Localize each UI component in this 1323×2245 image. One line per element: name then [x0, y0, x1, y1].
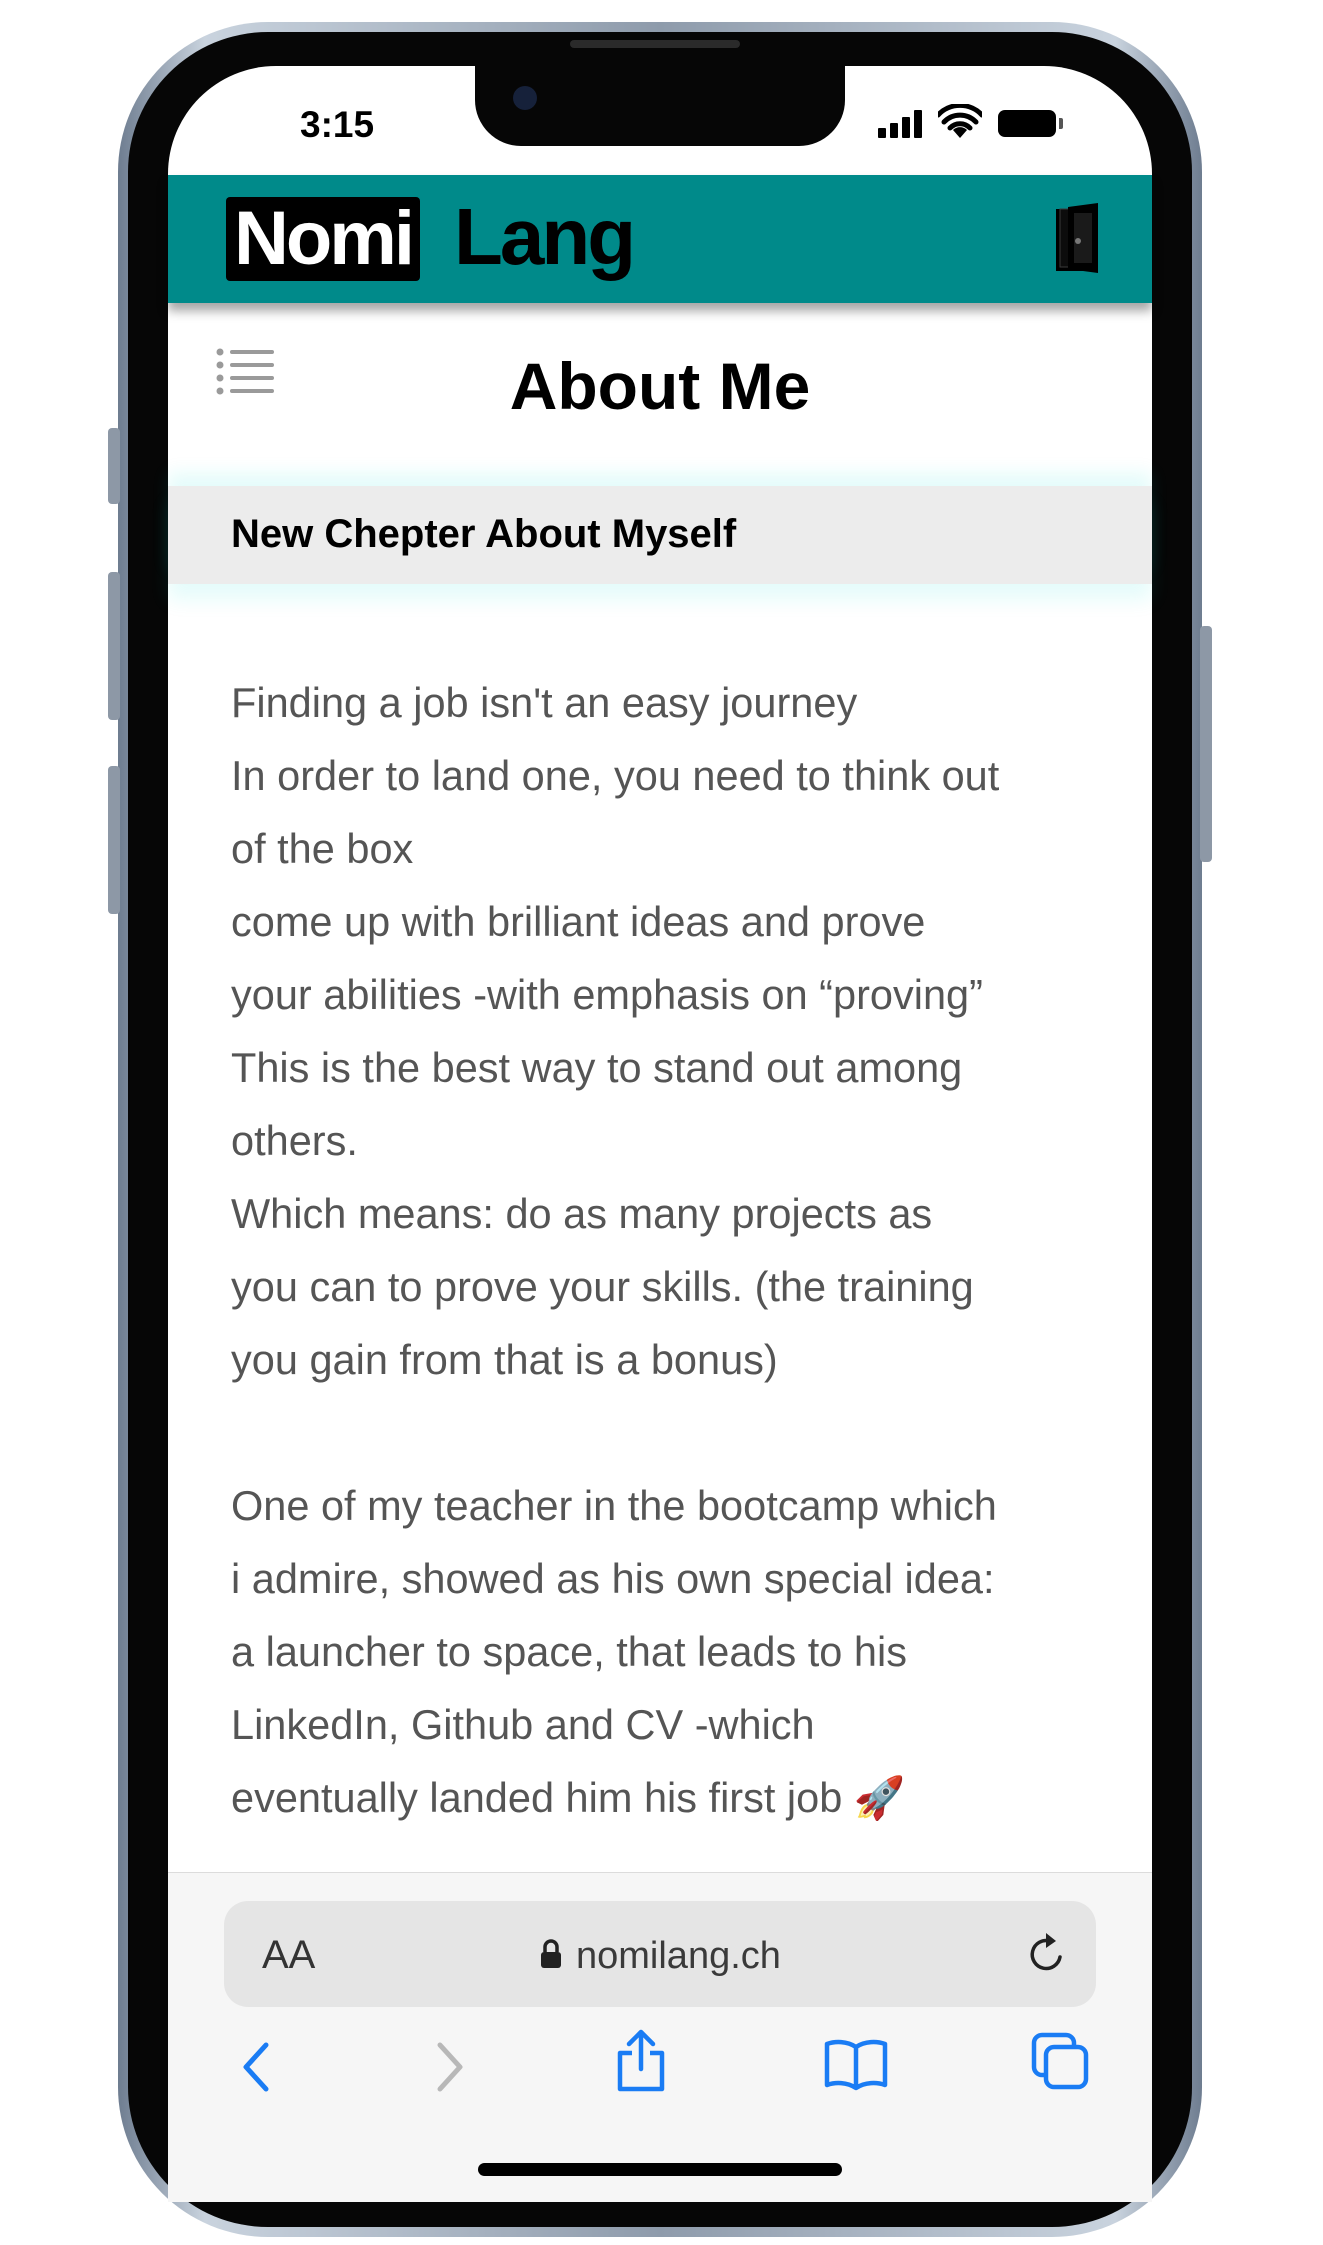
- text-line: Which means: do as many projects as: [231, 1190, 933, 1237]
- chapter-header: New Chepter About Myself: [168, 486, 1152, 584]
- text-line: you gain from that is a bonus): [231, 1336, 778, 1383]
- lock-icon: [541, 1939, 561, 1968]
- share-icon[interactable]: [614, 2029, 668, 2093]
- text-line: a launcher to space, that leads to his: [231, 1628, 907, 1675]
- paragraph: One of my teacher in the bootcamp which …: [231, 1469, 1111, 1834]
- text-line: of the box: [231, 825, 414, 872]
- front-camera: [513, 86, 537, 110]
- browser-toolbar: AA nomilang.ch: [168, 1872, 1152, 2202]
- address-bar[interactable]: AA nomilang.ch: [224, 1901, 1096, 2007]
- mute-switch: [108, 428, 120, 504]
- text-line: come up with brilliant ideas and prove: [231, 898, 926, 945]
- article-body: Finding a job isn't an easy journey In o…: [231, 666, 1111, 1907]
- back-icon[interactable]: [236, 2039, 276, 2095]
- reload-icon[interactable]: [1024, 1931, 1070, 1977]
- text-line: others.: [231, 1117, 358, 1164]
- text-line: your abilities -with emphasis on “provin…: [231, 971, 983, 1018]
- chapter-title: New Chepter About Myself: [231, 512, 737, 556]
- bookmarks-icon[interactable]: [823, 2037, 889, 2091]
- status-time: 3:15: [300, 104, 375, 145]
- text-line: In order to land one, you need to think …: [231, 752, 1000, 799]
- wifi-icon: [938, 104, 982, 138]
- page-title: About Me: [509, 349, 811, 423]
- forward-icon[interactable]: [430, 2039, 470, 2095]
- volume-down-button: [108, 766, 120, 914]
- text-line: Finding a job isn't an easy journey: [231, 679, 858, 726]
- text-line: eventually landed him his first job 🚀: [231, 1774, 906, 1821]
- logo-lang[interactable]: Lang: [454, 195, 636, 279]
- text-line: LinkedIn, Github and CV -which: [231, 1701, 815, 1748]
- speaker-grille: [570, 40, 740, 48]
- power-button: [1200, 626, 1212, 862]
- text-size-button[interactable]: AA: [262, 1933, 315, 1978]
- text-line: One of my teacher in the bootcamp which: [231, 1482, 997, 1529]
- door-icon[interactable]: [1054, 203, 1104, 273]
- paragraph: Finding a job isn't an easy journey In o…: [231, 666, 1111, 1396]
- text-line: i admire, showed as his own special idea…: [231, 1555, 995, 1602]
- text-line: you can to prove your skills. (the train…: [231, 1263, 974, 1310]
- signal-icon: [878, 110, 926, 138]
- tabs-icon[interactable]: [1030, 2031, 1090, 2091]
- volume-up-button: [108, 572, 120, 720]
- home-indicator[interactable]: [478, 2163, 842, 2176]
- url-text[interactable]: nomilang.ch: [576, 1935, 781, 1978]
- site-header: Nomi Lang: [168, 175, 1152, 303]
- text-line: This is the best way to stand out among: [231, 1044, 963, 1091]
- battery-icon: [998, 110, 1063, 137]
- logo-nomi[interactable]: Nomi: [226, 197, 420, 281]
